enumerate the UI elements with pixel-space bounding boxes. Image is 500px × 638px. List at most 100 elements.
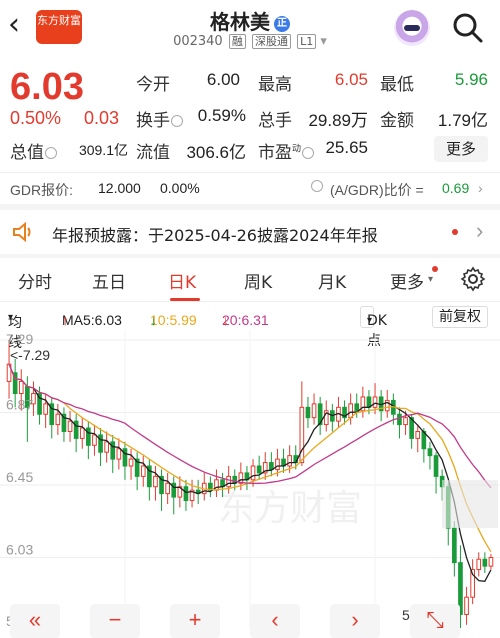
current-price: 6.03: [10, 66, 84, 108]
dk-highlight: [442, 480, 498, 528]
candle-body: [287, 455, 292, 467]
adjust-forward-button[interactable]: 前复权: [432, 306, 488, 328]
tab-weekly-k[interactable]: 周K: [244, 268, 272, 293]
divider: [0, 172, 500, 173]
chevron-right-icon[interactable]: ›: [478, 180, 483, 196]
zoom-out-far-button[interactable]: «: [10, 604, 60, 638]
label-total-cap: 总值: [10, 138, 57, 163]
caret-down-icon: ▾: [8, 312, 14, 323]
candle-body: [397, 413, 402, 426]
zoom-out-button[interactable]: −: [90, 604, 140, 638]
watermark-text: 东方财富: [218, 488, 362, 529]
candle-body: [433, 455, 439, 477]
candle-body: [415, 430, 421, 439]
candle-body: [299, 406, 305, 464]
candle-body: [86, 427, 91, 446]
value-open: 6.00: [206, 70, 240, 89]
candle-body: [348, 403, 353, 419]
speaker-icon: [13, 222, 31, 242]
chart-tabs: 分时 五日 日K 周K 月K 更多 ▾: [0, 258, 500, 302]
tab-monthly-k[interactable]: 月K: [318, 268, 346, 293]
candle-body: [226, 475, 231, 488]
label-float-cap: 流值: [136, 143, 170, 163]
label-turnover-text: 换手: [136, 111, 170, 131]
chart-nav-bar: « − + ‹ › ⤡: [0, 600, 500, 638]
tab-more[interactable]: 更多: [390, 268, 424, 293]
tab-intraday[interactable]: 分时: [18, 268, 52, 293]
label-high: 最高: [258, 75, 292, 95]
max-price-label: <-7.29: [10, 347, 50, 363]
candle-body: [79, 427, 85, 439]
candle-body: [153, 475, 158, 488]
change-percent: 0.50%: [10, 108, 62, 128]
candle-body: [92, 434, 97, 446]
value-total-cap: 309.1亿: [78, 142, 128, 158]
scroll-right-button[interactable]: ›: [330, 604, 380, 638]
gdr-change: 0.00%: [160, 180, 200, 196]
candle-body: [110, 441, 116, 460]
candlestick-chart[interactable]: 东方财富7.296.876.456.035.61<-7.295.61->: [0, 330, 500, 628]
candle-body: [476, 558, 482, 571]
announcement-bar[interactable]: 年报预披露：于2025-04-26披露2024年年报 ›: [0, 210, 500, 254]
ma5-arrow: ↑: [62, 312, 69, 328]
y-axis-label: 6.45: [6, 469, 33, 485]
scroll-left-button[interactable]: ‹: [250, 604, 300, 638]
gdr-ratio-value: 0.69: [442, 180, 470, 196]
candle-body: [403, 417, 408, 426]
gdr-row: GDR报价: 12.000 0.00% (A/GDR)比价 = 0.69 ›: [0, 174, 500, 204]
chevron-right-icon[interactable]: ›: [476, 218, 483, 244]
ma20-arrow: ↓: [222, 312, 229, 328]
tab-daily-k[interactable]: 日K: [168, 268, 196, 293]
candle-body: [55, 413, 61, 426]
quote-panel: 6.03 0.50% 0.03 今开 6.00 最高 6.05 最低 5.96 …: [0, 60, 500, 172]
candle-body: [104, 441, 109, 453]
y-axis-label: 6.03: [6, 542, 33, 558]
tab-more-dot-icon: [432, 266, 438, 272]
label-pe-text: 市盈: [258, 143, 292, 163]
tab-five-day[interactable]: 五日: [92, 268, 126, 293]
info-icon[interactable]: [45, 147, 57, 159]
fullscreen-button[interactable]: ⤡: [410, 604, 460, 638]
dk-point-button[interactable]: DK点 ▾: [360, 306, 387, 349]
value-amount: 1.79亿: [437, 111, 488, 130]
change-amount: 0.03: [84, 108, 120, 128]
candle-body: [183, 486, 189, 502]
candle-body: [250, 465, 256, 481]
zoom-in-button[interactable]: +: [170, 604, 220, 638]
value-turnover: 0.59%: [197, 106, 246, 125]
candle-body: [122, 448, 128, 467]
value-high: 6.05: [334, 70, 368, 89]
ma5-value: MA5:6.03: [62, 312, 122, 328]
gdr-label: GDR报价:: [10, 182, 73, 198]
ma10-arrow: ↓: [150, 312, 157, 328]
candle-body: [488, 557, 494, 567]
value-float-cap: 306.6亿: [186, 143, 246, 162]
label-low: 最低: [380, 75, 414, 95]
candle-body: [43, 403, 48, 415]
settings-gear-icon[interactable]: [460, 266, 486, 292]
candle-body: [305, 406, 311, 419]
stock-name: 格林美: [210, 10, 270, 34]
tag-l1: L1: [297, 34, 317, 49]
announcement-text: 年报预披露：于2025-04-26披露2024年年报: [52, 226, 378, 245]
value-low: 5.96: [454, 70, 488, 89]
gdr-ratio-label: (A/GDR)比价 =: [330, 182, 424, 198]
search-icon[interactable]: [450, 10, 486, 46]
active-tab-underline: [170, 298, 200, 301]
candle-body: [256, 465, 262, 474]
candle-body: [275, 458, 280, 470]
candle-body: [67, 420, 73, 432]
pe-superscript: 动: [292, 144, 302, 155]
chevron-down-icon[interactable]: ▾: [320, 34, 327, 49]
info-icon[interactable]: [171, 115, 183, 127]
ma10-value: 10:5.99: [150, 312, 197, 328]
assistant-robot-icon[interactable]: [394, 10, 430, 46]
candle-body: [140, 465, 146, 477]
more-button[interactable]: 更多: [434, 136, 488, 162]
tag-sgt: 深股通: [251, 34, 291, 49]
candle-body: [18, 380, 24, 395]
candle-body: [98, 434, 103, 453]
candle-body: [482, 558, 488, 567]
y-axis-label: 7.29: [6, 331, 33, 347]
info-icon[interactable]: [311, 180, 323, 192]
